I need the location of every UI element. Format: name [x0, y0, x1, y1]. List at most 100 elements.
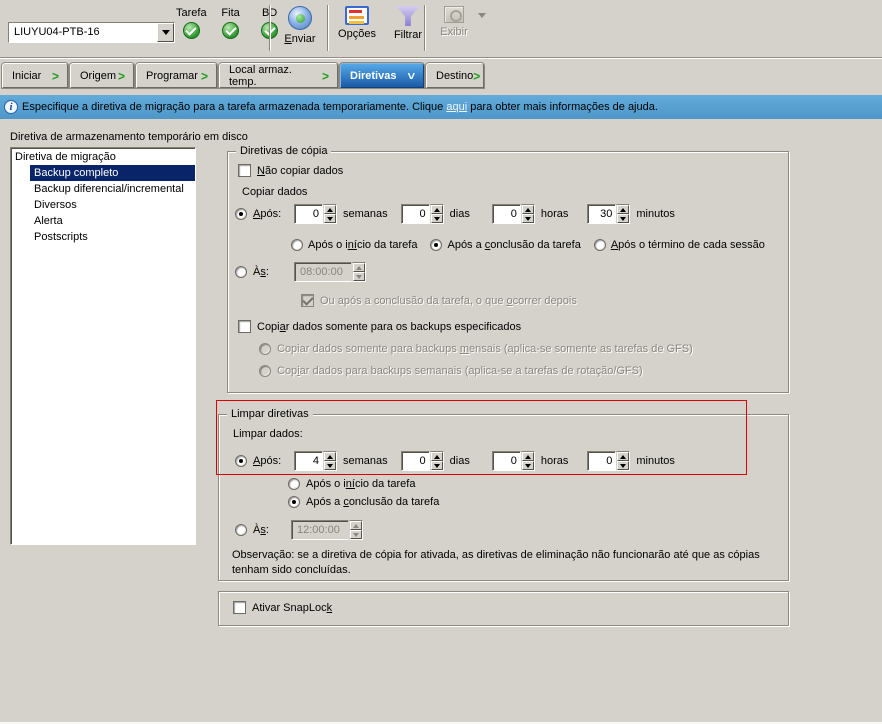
- list-item-postscripts[interactable]: Postscripts: [30, 229, 195, 245]
- purge-radio-apos-inicio[interactable]: Após o início da tarefa: [288, 478, 415, 490]
- green-check-icon: [222, 22, 239, 39]
- minutes-unit-label: minutos: [636, 208, 675, 220]
- purge-at-label: Às:: [253, 524, 285, 536]
- weeks-spinner[interactable]: 0: [294, 204, 337, 224]
- radio-icon[interactable]: [288, 478, 300, 490]
- spinner-value[interactable]: 0: [492, 204, 521, 224]
- list-item-diversos[interactable]: Diversos: [30, 197, 195, 213]
- minutes-spinner[interactable]: 30: [587, 204, 630, 224]
- list-item-backup-diferencial[interactable]: Backup diferencial/incremental: [30, 181, 195, 197]
- help-link[interactable]: aqui: [446, 101, 467, 113]
- list-item-diretiva-migracao[interactable]: Diretiva de migração: [11, 149, 195, 165]
- options-button[interactable]: Opções: [331, 4, 383, 54]
- spin-up-button[interactable]: [324, 205, 336, 214]
- spin-up-button: [350, 521, 362, 530]
- purge-after-radio[interactable]: [235, 455, 247, 467]
- spin-up-button[interactable]: [522, 452, 534, 461]
- radio-icon[interactable]: [288, 496, 300, 508]
- spin-down-button[interactable]: [617, 461, 629, 470]
- purge-at-radio[interactable]: [235, 524, 247, 536]
- minutes-unit-label: minutos: [636, 455, 675, 467]
- radio-apos-inicio[interactable]: [291, 239, 303, 251]
- chevron-down-icon: [478, 13, 486, 34]
- list-item-backup-completo[interactable]: Backup completo: [30, 165, 195, 181]
- combobox-dropdown-button[interactable]: [157, 23, 174, 42]
- radio-apos-termino-sessao[interactable]: [594, 239, 606, 251]
- list-item-alerta[interactable]: Alerta: [30, 213, 195, 229]
- spin-up-button[interactable]: [617, 452, 629, 461]
- copy-after-label: Após:: [253, 208, 288, 220]
- copy-policies-group-title: Diretivas de cópia: [236, 144, 331, 158]
- spin-down-button[interactable]: [522, 461, 534, 470]
- spin-down-button[interactable]: [324, 461, 336, 470]
- chevron-down-icon: >: [404, 72, 419, 79]
- spinner-value[interactable]: 4: [294, 451, 323, 471]
- no-copy-checkbox[interactable]: Não copiar dados: [238, 164, 343, 177]
- weeks-spinner[interactable]: 4: [294, 451, 337, 471]
- view-button-disabled: Exibir: [430, 4, 478, 54]
- info-banner: i Especifique a diretiva de migração par…: [0, 95, 882, 119]
- policy-listbox[interactable]: Diretiva de migração Backup completo Bac…: [10, 147, 196, 545]
- purge-radio-apos-conclusao[interactable]: Após a conclusão da tarefa: [288, 496, 439, 508]
- tab-destino[interactable]: Destino >: [426, 63, 484, 88]
- spin-down-button[interactable]: [324, 214, 336, 223]
- time-value: 12:00:00: [291, 520, 349, 540]
- submit-button[interactable]: Enviar: [276, 4, 324, 54]
- checkbox-icon: [301, 294, 314, 307]
- filter-label: Filtrar: [394, 29, 422, 41]
- server-combobox[interactable]: LIUYU04-PTB-16: [8, 22, 175, 43]
- spin-up-button[interactable]: [617, 205, 629, 214]
- radio-icon: [259, 365, 271, 377]
- spin-down-button[interactable]: [522, 214, 534, 223]
- spinner-value[interactable]: 0: [401, 204, 430, 224]
- application-window: { "colors": { "background": "#d5d2cb", "…: [0, 0, 882, 724]
- hours-spinner[interactable]: 0: [492, 451, 535, 471]
- spin-down-button[interactable]: [431, 461, 443, 470]
- submit-icon: [288, 6, 312, 30]
- filter-funnel-icon: [396, 6, 420, 26]
- copy-at-label: Às:: [253, 266, 288, 278]
- tab-iniciar[interactable]: Iniciar >: [2, 63, 68, 88]
- tab-diretivas-active[interactable]: Diretivas >: [340, 63, 424, 88]
- info-icon: i: [4, 100, 18, 114]
- spin-up-button[interactable]: [522, 205, 534, 214]
- radio-apos-conclusao[interactable]: [430, 239, 442, 251]
- snaplock-checkbox[interactable]: Ativar SnapLock: [233, 601, 332, 614]
- copy-after-radio[interactable]: [235, 208, 247, 220]
- days-spinner[interactable]: 0: [401, 451, 444, 471]
- checkbox-icon[interactable]: [238, 164, 251, 177]
- green-check-icon: [183, 22, 200, 39]
- purge-after-row: Após: 4 semanas 0 dias 0 horas 0 minutos: [235, 451, 675, 471]
- status-tarefa: Tarefa: [176, 7, 207, 39]
- days-spinner[interactable]: 0: [401, 204, 444, 224]
- checkbox-icon[interactable]: [233, 601, 246, 614]
- spinner-value[interactable]: 0: [492, 451, 521, 471]
- copy-trigger-radios: Após o início da tarefa Após a conclusão…: [291, 239, 765, 251]
- hours-spinner[interactable]: 0: [492, 204, 535, 224]
- spin-up-button[interactable]: [431, 452, 443, 461]
- tab-programar[interactable]: Programar >: [136, 63, 217, 88]
- copy-after-row: Após: 0 semanas 0 dias 0 horas 30 minuto…: [235, 204, 675, 224]
- spin-down-button[interactable]: [431, 214, 443, 223]
- snaplock-panel: Ativar SnapLock: [218, 591, 789, 626]
- server-combobox-value[interactable]: LIUYU04-PTB-16: [9, 23, 157, 42]
- spin-up-button[interactable]: [324, 452, 336, 461]
- spin-up-button[interactable]: [431, 205, 443, 214]
- minutes-spinner[interactable]: 0: [587, 451, 630, 471]
- spinner-value[interactable]: 0: [401, 451, 430, 471]
- copy-only-specified-checkbox[interactable]: Copiar dados somente para os backups esp…: [238, 320, 521, 333]
- status-fita-label: Fita: [221, 7, 239, 19]
- radio-copy-weekly-disabled: Copiar dados para backups semanais (apli…: [259, 365, 643, 377]
- spinner-value[interactable]: 30: [587, 204, 616, 224]
- purge-at-row: Às: 12:00:00: [235, 520, 363, 540]
- spinner-value[interactable]: 0: [587, 451, 616, 471]
- spin-down-button: [353, 272, 365, 281]
- spin-down-button[interactable]: [617, 214, 629, 223]
- info-banner-text: Especifique a diretiva de migração para …: [22, 101, 658, 113]
- copy-at-radio[interactable]: [235, 266, 247, 278]
- spinner-value[interactable]: 0: [294, 204, 323, 224]
- tab-local-armaz-temp[interactable]: Local armaz. temp. >: [219, 63, 338, 88]
- checkbox-icon[interactable]: [238, 320, 251, 333]
- chevron-right-icon: >: [322, 68, 329, 83]
- tab-origem[interactable]: Origem >: [70, 63, 134, 88]
